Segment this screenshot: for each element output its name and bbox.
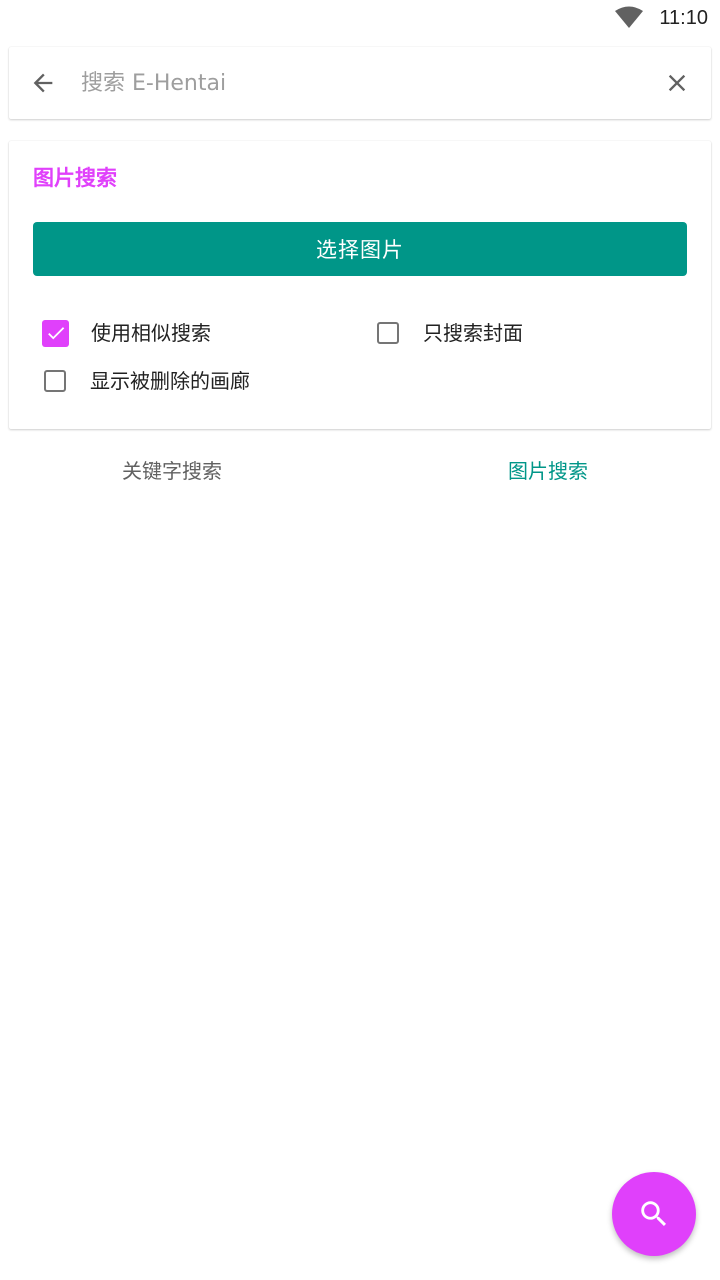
- search-bar: [9, 47, 711, 119]
- tab-keyword-search[interactable]: 关键字搜索: [0, 440, 360, 498]
- search-icon: [641, 1201, 667, 1227]
- checkbox-label: 使用相似搜索: [91, 321, 211, 345]
- tab-image-search[interactable]: 图片搜索: [360, 440, 720, 498]
- wifi-icon: [615, 6, 643, 28]
- checkbox-checked-icon: [42, 319, 69, 347]
- back-button[interactable]: [23, 63, 63, 103]
- select-image-button[interactable]: 选择图片: [33, 222, 687, 276]
- status-bar: 11:10: [0, 0, 720, 36]
- checkbox-label: 显示被删除的画廊: [90, 369, 250, 393]
- clear-button[interactable]: [657, 63, 697, 103]
- only-cover-checkbox[interactable]: 只搜索封面: [377, 313, 523, 353]
- arrow-back-icon: [33, 73, 53, 93]
- close-icon: [668, 74, 686, 92]
- panel-title: 图片搜索: [33, 166, 117, 190]
- similar-search-checkbox[interactable]: 使用相似搜索: [42, 313, 211, 353]
- checkbox-unchecked-icon: [44, 370, 66, 392]
- checkbox-unchecked-icon: [377, 322, 399, 344]
- image-search-panel: 图片搜索 选择图片 使用相似搜索 只搜索封面 显示被删除的画廊: [9, 141, 711, 429]
- status-time: 11:10: [659, 7, 708, 29]
- search-fab-button[interactable]: [612, 1172, 696, 1256]
- show-deleted-checkbox[interactable]: 显示被删除的画廊: [44, 361, 250, 401]
- checkbox-label: 只搜索封面: [423, 321, 523, 345]
- search-input[interactable]: [81, 63, 641, 103]
- search-mode-tabs: 关键字搜索 图片搜索: [0, 440, 720, 498]
